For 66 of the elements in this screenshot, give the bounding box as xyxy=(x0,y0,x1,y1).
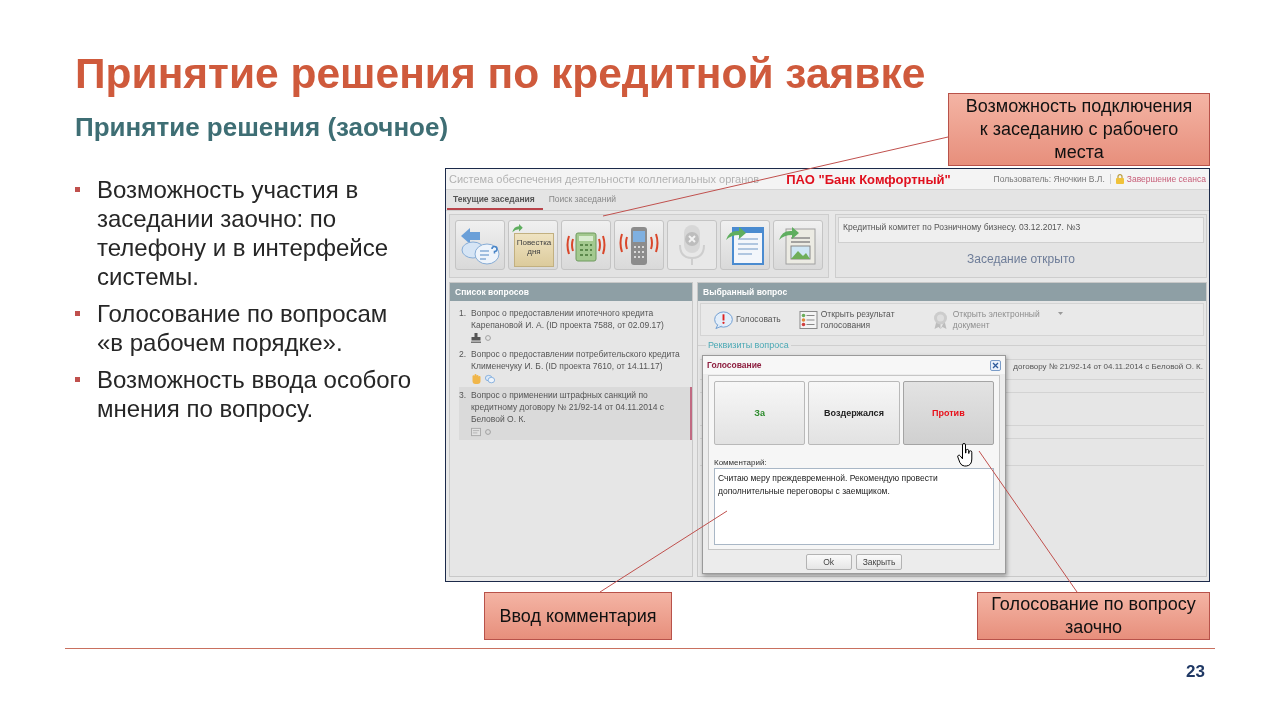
details-text: договору № 21/92-14 от 04.11.2014 с Беловой О. К. xyxy=(1013,362,1204,371)
question-item[interactable]: 3. Вопрос о применении штрафных санкций по кредитному договору № 21/92-14 от 04.11.2014 с Беловой О. К. xyxy=(459,387,692,440)
toolbar-button[interactable] xyxy=(455,220,505,270)
toolbar-button[interactable] xyxy=(561,220,611,270)
image-document-icon xyxy=(778,225,818,265)
page-number: 23 xyxy=(1186,662,1205,682)
vote-button[interactable]: Воздержался xyxy=(808,381,900,445)
arrow-icon xyxy=(512,224,523,233)
comment-label: Комментарий: xyxy=(714,457,768,468)
callout-box: Возможность подключения к заседанию с рабочего места xyxy=(948,93,1210,166)
hand-icon xyxy=(471,373,481,384)
bank-name: ПАО "Банк Комфортный" xyxy=(786,171,951,187)
agenda-sheet: Повестка дня xyxy=(514,233,554,267)
details-legend: Реквизиты вопроса xyxy=(706,340,791,350)
hand-cursor-icon xyxy=(957,443,973,467)
bullet-text: Возможность участия в заседании заочно: по телефону и в интерфейсе системы. xyxy=(97,175,390,291)
vote-button[interactable]: Против xyxy=(902,381,994,445)
question-number: 2. xyxy=(459,348,468,361)
question-number: 3. xyxy=(459,389,468,402)
action-button[interactable]: Голосовать xyxy=(714,310,781,329)
slide-subtitle: Принятие решения (заочное) xyxy=(75,112,449,142)
toolbar-button[interactable] xyxy=(773,220,823,270)
meeting-status: Заседание открыто xyxy=(967,252,1075,266)
question-text: Вопрос о предоставлении потребительского кредита Клименечуку И. Б. (ID проекта 7610, от 14.11.17) xyxy=(471,348,681,372)
system-title: Система обеспечения деятельности коллегиальных органов xyxy=(449,173,760,185)
panel-header: Выбранный вопрос xyxy=(698,283,1206,301)
stamp-icon xyxy=(471,332,481,343)
logout-link[interactable]: Завершение сеанса xyxy=(1126,174,1206,184)
dialog-title: Голосование xyxy=(707,360,762,370)
document-icon xyxy=(725,225,765,265)
question-text: Вопрос о применении штрафных санкций по кредитному договору № 21/92-14 от 04.11.2014 с Беловой О. К. xyxy=(471,389,665,425)
bullet-icon xyxy=(75,311,80,316)
callout-box: Ввод комментария xyxy=(484,592,672,640)
bullet-text: Голосование по вопросам «в рабочем порядке». xyxy=(97,299,389,357)
panel-header: Список вопросов xyxy=(450,283,692,301)
toolbar-button[interactable] xyxy=(614,220,664,270)
bullet-text: Возможность ввода особого мнения по вопросу. xyxy=(97,365,413,423)
meeting-name-field: Кредитный комитет по Розничному бизнесу. 03.12.2017. №3 xyxy=(838,217,1204,243)
bullet-icon xyxy=(75,377,80,382)
tab[interactable]: Текущие заседания xyxy=(447,190,543,210)
vote-button[interactable]: За xyxy=(714,381,806,445)
caret-icon xyxy=(1057,311,1063,315)
question-item[interactable]: 1. Вопрос о предоставлении ипотечного кредита Карепановой И. А. (ID проекта 7588, от 02.09.17) xyxy=(459,305,692,346)
comment-field[interactable]: Считаю меру преждевременной. Рекомендую провести дополнительные переговоры с заемщиком. xyxy=(714,468,994,545)
ring-icon xyxy=(485,334,491,341)
dialog-button[interactable]: Ok xyxy=(805,554,852,570)
ring-icon xyxy=(485,428,491,435)
question-number: 1. xyxy=(459,307,468,320)
user-name: Пользователь: Яночкин В.Л. xyxy=(993,174,1105,184)
question-item[interactable]: 2. Вопрос о предоставлении потребительского кредита Клименечуку И. Б. (ID проекта 7610, от 14.11.17) xyxy=(459,346,692,387)
chat-bubbles-icon xyxy=(485,373,495,384)
bullet-icon xyxy=(75,187,80,192)
dialog-button[interactable]: Закрыть xyxy=(855,554,903,570)
results-list-icon xyxy=(798,310,818,329)
toolbar-button[interactable]: Повестка дня xyxy=(508,220,558,270)
slide-title: Принятие решения по кредитной заявке xyxy=(75,49,926,99)
close-icon[interactable] xyxy=(990,359,1001,371)
action-button[interactable]: Открыть результат голосования xyxy=(798,308,913,331)
lock-icon xyxy=(1115,174,1124,184)
card-icon xyxy=(471,426,481,437)
toolbar-button[interactable] xyxy=(720,220,770,270)
exclamation-bubble-icon xyxy=(714,310,733,329)
mobile-phone-icon xyxy=(619,225,659,265)
callout-box: Голосование по вопросу заочно xyxy=(977,592,1210,640)
question-bubbles-icon xyxy=(460,225,500,265)
question-text: Вопрос о предоставлении ипотечного кредита Карепановой И. А. (ID проекта 7588, от 02.09.17) xyxy=(471,307,665,331)
